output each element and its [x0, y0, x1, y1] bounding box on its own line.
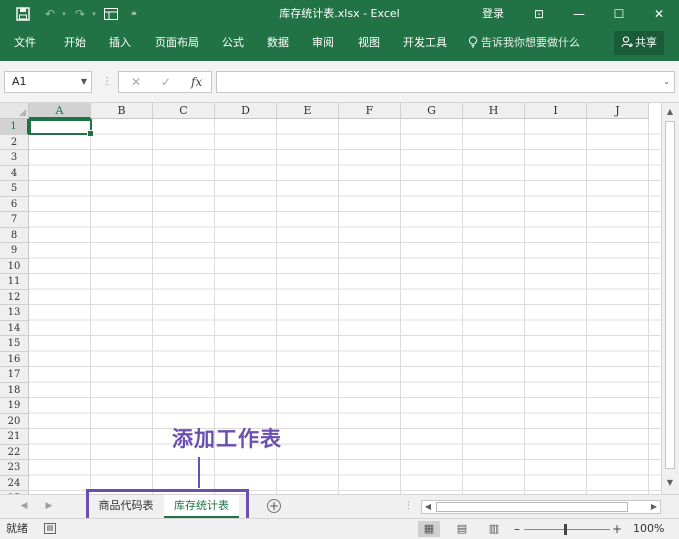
- status-ready: 就绪: [6, 522, 28, 535]
- row-header-12[interactable]: 12: [0, 289, 29, 305]
- status-bar: 就绪 ▤ ▦ ▤ ▥ – + 100%: [0, 518, 679, 539]
- zoom-level[interactable]: 100%: [633, 519, 664, 539]
- lightbulb-icon: [468, 36, 478, 48]
- formula-input[interactable]: ⌄: [216, 71, 675, 93]
- prev-sheet-icon[interactable]: ◀: [17, 499, 31, 513]
- scroll-down-icon[interactable]: ▼: [664, 477, 676, 489]
- row-header-15[interactable]: 15: [0, 336, 29, 352]
- select-all-button[interactable]: [0, 103, 29, 119]
- name-box[interactable]: A1 ▼: [4, 71, 92, 93]
- tab-insert[interactable]: 插入: [109, 28, 131, 61]
- vertical-scrollbar[interactable]: ▲ ▼: [661, 103, 679, 494]
- row-header-11[interactable]: 11: [0, 274, 29, 290]
- row-header-20[interactable]: 20: [0, 413, 29, 429]
- minimize-icon[interactable]: —: [564, 0, 594, 28]
- login-link[interactable]: 登录: [482, 0, 504, 28]
- name-box-value: A1: [12, 75, 27, 88]
- enter-icon[interactable]: ✓: [161, 72, 171, 92]
- column-header-b[interactable]: B: [91, 103, 153, 119]
- close-icon[interactable]: ✕: [644, 0, 674, 28]
- scroll-right-icon[interactable]: ▶: [648, 501, 660, 513]
- row-header-18[interactable]: 18: [0, 382, 29, 398]
- column-header-c[interactable]: C: [153, 103, 215, 119]
- add-sheet-icon[interactable]: +: [267, 499, 281, 513]
- ribbon-display-options-icon[interactable]: ⊡: [524, 0, 554, 28]
- ribbon-tab-bar: 文件 开始 插入 页面布局 公式 数据 审阅 视图 开发工具 告诉我你想要做什么…: [0, 28, 679, 61]
- tell-me-text: 告诉我你想要做什么: [481, 36, 580, 49]
- tab-formulas[interactable]: 公式: [222, 28, 244, 61]
- macro-record-icon[interactable]: ▤: [44, 523, 56, 534]
- zoom-slider[interactable]: [524, 529, 610, 530]
- column-header-d[interactable]: D: [215, 103, 277, 119]
- row-header-21[interactable]: 21: [0, 429, 29, 445]
- horizontal-scroll-thumb[interactable]: [436, 502, 628, 512]
- tab-page-layout[interactable]: 页面布局: [155, 28, 199, 61]
- row-header-3[interactable]: 3: [0, 150, 29, 166]
- row-header-10[interactable]: 10: [0, 258, 29, 274]
- zoom-slider-thumb[interactable]: [564, 524, 567, 535]
- tab-view[interactable]: 视图: [358, 28, 380, 61]
- column-header-a[interactable]: A: [29, 103, 91, 119]
- tab-developer[interactable]: 开发工具: [403, 28, 447, 61]
- cell-area[interactable]: [29, 119, 661, 494]
- page-layout-view-icon[interactable]: ▤: [451, 521, 473, 537]
- formula-bar: A1 ▼ ⋮ ✕ ✓ fx ⌄: [0, 61, 679, 103]
- row-header-22[interactable]: 22: [0, 444, 29, 460]
- worksheet-grid: ABCDEFGHIJ 1 2 3 4 5 6 7 8 9 10 11 12 13 14 15 16 17 18 19…: [0, 103, 661, 494]
- row-header-19[interactable]: 19: [0, 398, 29, 414]
- tab-home[interactable]: 开始: [64, 28, 86, 61]
- person-icon: [621, 36, 633, 48]
- share-label: 共享: [635, 36, 657, 49]
- row-header-17[interactable]: 17: [0, 367, 29, 383]
- column-header-f[interactable]: F: [339, 103, 401, 119]
- tell-me-search[interactable]: 告诉我你想要做什么: [468, 28, 580, 61]
- zoom-out-icon[interactable]: –: [514, 519, 520, 539]
- column-header-g[interactable]: G: [401, 103, 463, 119]
- annotation-pointer-line: [198, 457, 200, 488]
- row-header-6[interactable]: 6: [0, 196, 29, 212]
- title-bar: ↶ ▾ ↷ ▾ ⩧ 库存统计表.xlsx - Excel 登录 ⊡ — ☐ ✕: [0, 0, 679, 28]
- share-button[interactable]: 共享: [614, 31, 664, 55]
- row-header-16[interactable]: 16: [0, 351, 29, 367]
- column-header-i[interactable]: I: [525, 103, 587, 119]
- horizontal-scrollbar[interactable]: ◀ ▶: [421, 500, 661, 514]
- row-header-23[interactable]: 23: [0, 460, 29, 476]
- annotation-highlight-box: [86, 489, 249, 521]
- column-header-e[interactable]: E: [277, 103, 339, 119]
- column-header-j[interactable]: J: [587, 103, 649, 119]
- tab-review[interactable]: 审阅: [312, 28, 334, 61]
- vertical-scroll-thumb[interactable]: [665, 121, 675, 469]
- expand-formula-bar-icon[interactable]: ⌄: [663, 72, 670, 92]
- zoom-in-icon[interactable]: +: [612, 519, 622, 539]
- row-header-1[interactable]: 1: [0, 119, 29, 135]
- scroll-left-icon[interactable]: ◀: [422, 501, 434, 513]
- tab-data[interactable]: 数据: [267, 28, 289, 61]
- insert-function-icon[interactable]: fx: [191, 72, 202, 92]
- row-header-13[interactable]: 13: [0, 305, 29, 321]
- row-header-8[interactable]: 8: [0, 227, 29, 243]
- tab-file[interactable]: 文件: [14, 28, 36, 61]
- row-header-2[interactable]: 2: [0, 134, 29, 150]
- active-cell-a1[interactable]: [29, 119, 94, 137]
- page-break-view-icon[interactable]: ▥: [483, 521, 505, 537]
- row-header-24[interactable]: 24: [0, 475, 29, 491]
- annotation-callout: 添加工作表: [172, 427, 282, 451]
- tab-splitter-icon[interactable]: ⋮: [404, 499, 413, 513]
- formula-bar-splitter-icon[interactable]: ⋮: [102, 73, 112, 91]
- next-sheet-icon[interactable]: ▶: [42, 499, 56, 513]
- maximize-icon[interactable]: ☐: [604, 0, 634, 28]
- row-header-7[interactable]: 7: [0, 212, 29, 228]
- cancel-icon[interactable]: ✕: [131, 72, 141, 92]
- formula-buttons: ✕ ✓ fx: [118, 71, 212, 93]
- column-header-h[interactable]: H: [463, 103, 525, 119]
- scroll-up-icon[interactable]: ▲: [664, 106, 676, 118]
- chevron-down-icon[interactable]: ▼: [81, 72, 87, 92]
- row-header-14[interactable]: 14: [0, 320, 29, 336]
- row-header-9[interactable]: 9: [0, 243, 29, 259]
- normal-view-icon[interactable]: ▦: [418, 521, 440, 537]
- row-header-4[interactable]: 4: [0, 165, 29, 181]
- row-header-5[interactable]: 5: [0, 181, 29, 197]
